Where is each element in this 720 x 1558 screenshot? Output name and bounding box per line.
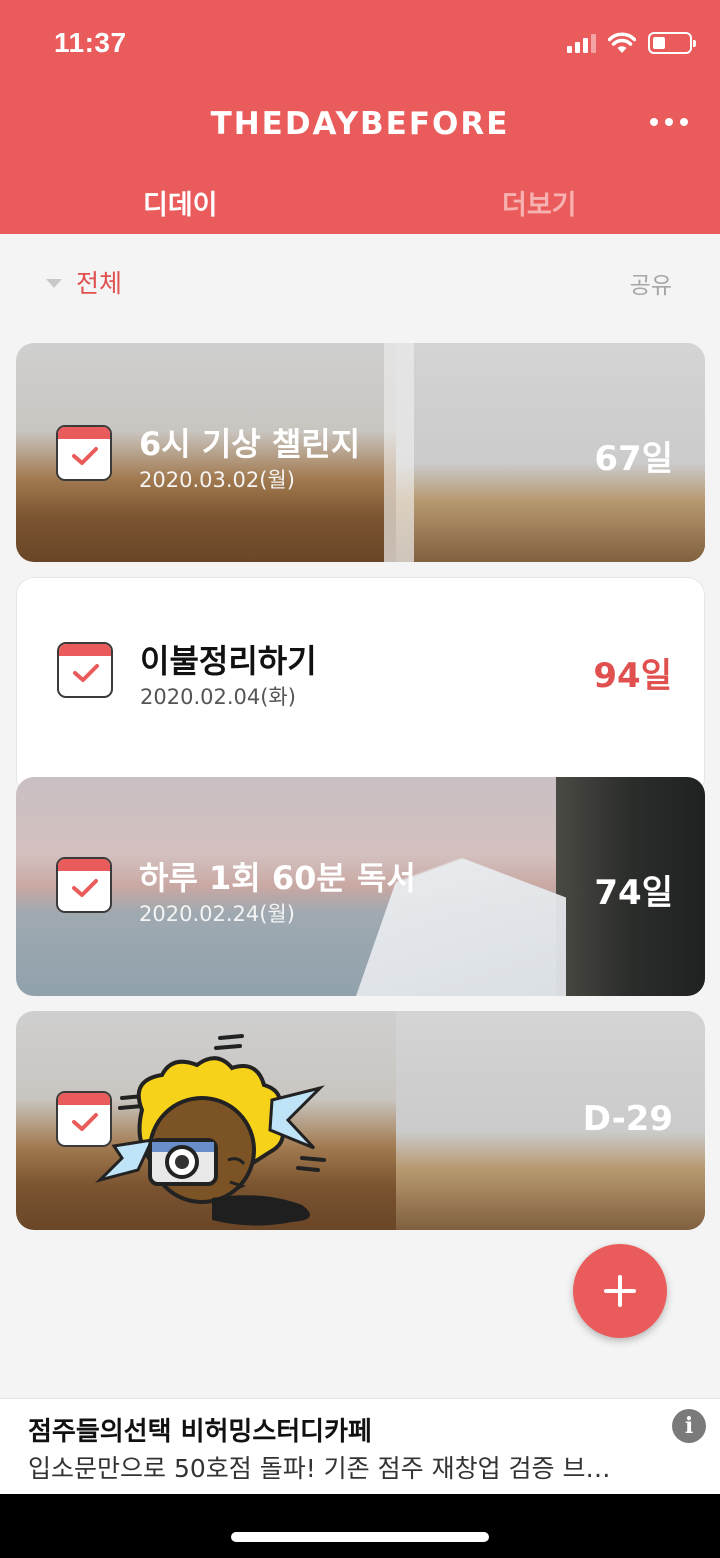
card-title: 하루 1회 60분 독서 <box>139 859 416 897</box>
status-icons <box>567 30 696 56</box>
dropdown-triangle-icon <box>46 278 62 288</box>
ellipsis-icon[interactable] <box>650 112 688 132</box>
dday-card[interactable]: 하루 1회 60분 독서 2020.02.24(월) 74일 <box>16 777 705 996</box>
app-header: 11:37 THEDAYBEFORE 디데이 더보기 <box>0 0 720 234</box>
filter-label: 전체 <box>76 269 123 298</box>
home-indicator[interactable] <box>231 1532 489 1542</box>
home-bar <box>0 1494 720 1558</box>
card-date: 2020.03.02(월) <box>139 468 295 492</box>
tab-more[interactable]: 더보기 <box>502 183 577 222</box>
share-button[interactable]: 공유 <box>630 266 672 300</box>
card-title: 이불정리하기 <box>140 642 317 680</box>
calendar-check-icon <box>57 642 113 698</box>
calendar-check-icon <box>56 425 112 481</box>
app-logo: THEDAYBEFORE <box>210 106 510 142</box>
card-title: 6시 기상 챌린지 <box>139 425 361 463</box>
ad-body: 입소문만으로 50호점 돌파! 기존 점주 재창업 검증 브… <box>28 1454 611 1483</box>
info-icon[interactable]: i <box>672 1409 706 1443</box>
category-filter[interactable]: 전체 <box>46 264 122 300</box>
plus-icon[interactable] <box>573 1244 667 1338</box>
card-date: 2020.02.24(월) <box>139 902 295 926</box>
cellular-signal-icon <box>567 33 596 53</box>
status-time: 11:37 <box>54 27 127 58</box>
calendar-check-icon <box>56 857 112 913</box>
dday-card[interactable]: 이불정리하기 2020.02.04(화) 94일 <box>16 577 705 796</box>
tab-dday[interactable]: 디데이 <box>143 183 218 222</box>
card-date: 2020.02.04(화) <box>140 685 296 709</box>
card-count: 74일 <box>594 873 673 913</box>
wifi-icon <box>608 32 636 53</box>
card-count: D-29 <box>582 1099 673 1139</box>
character-sticker-icon <box>95 1034 326 1226</box>
ad-title: 점주들의선택 비허밍스터디카페 <box>28 1417 372 1447</box>
card-count: 67일 <box>594 439 673 479</box>
ad-banner[interactable]: 점주들의선택 비허밍스터디카페 입소문만으로 50호점 돌파! 기존 점주 재창… <box>0 1398 720 1494</box>
dday-card[interactable]: 6시 기상 챌린지 2020.03.02(월) 67일 <box>16 343 705 562</box>
battery-icon <box>648 32 696 54</box>
card-count: 94일 <box>593 656 672 696</box>
